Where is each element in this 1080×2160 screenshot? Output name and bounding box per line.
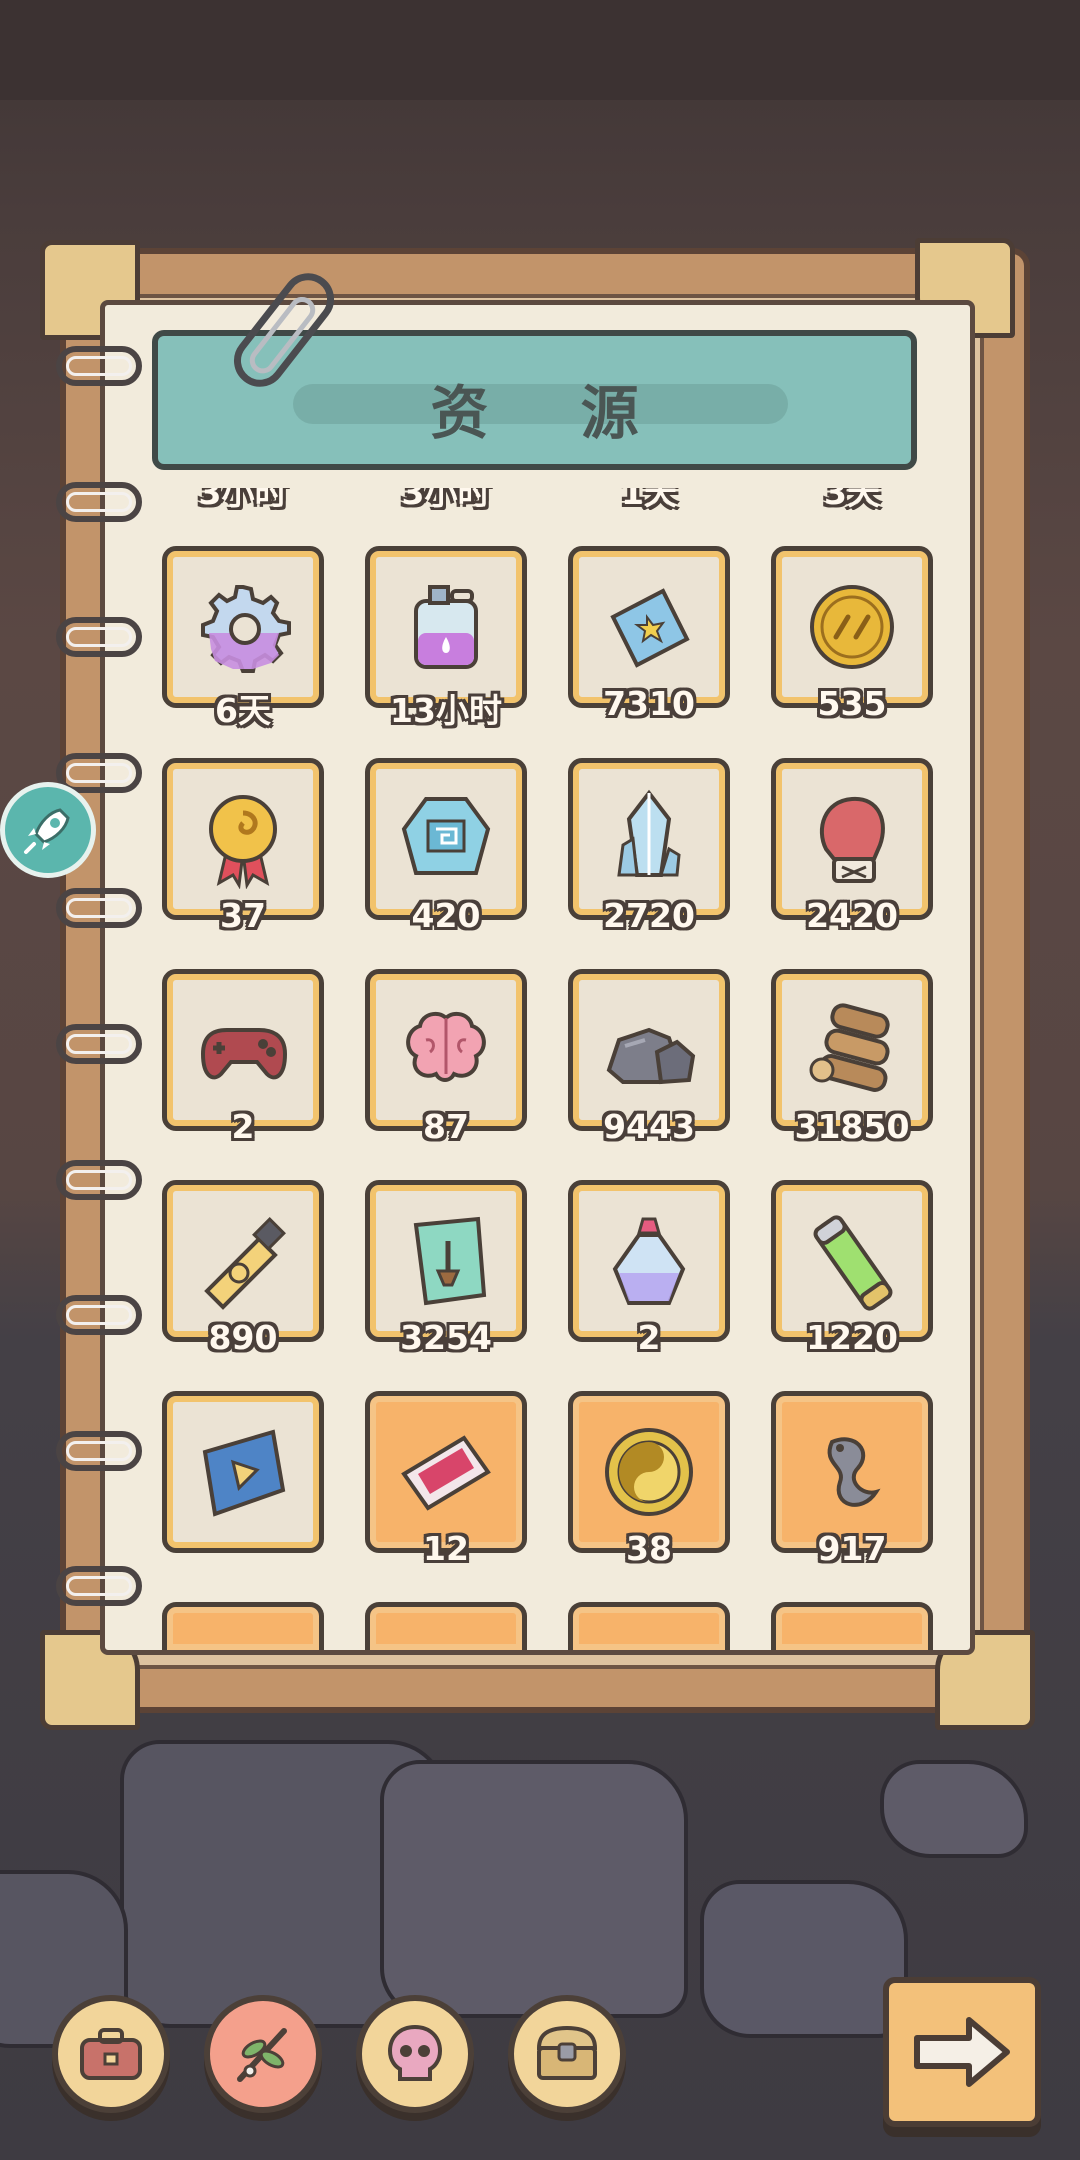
yin-yang-coin-icon [599,1422,699,1522]
binder-ring [56,1024,142,1064]
background-rock [380,1760,688,2018]
nav-briefcase-button[interactable] [52,1995,170,2113]
boxing-glove-icon [802,789,902,889]
resource-slot[interactable] [568,758,730,920]
next-button[interactable] [883,1977,1041,2127]
binder-ring [56,1566,142,1606]
resource-slot-partial[interactable] [771,1602,933,1650]
gamepad-icon [193,1000,293,1100]
binder-ring [56,1295,142,1335]
arrow-right-icon [914,2017,1010,2087]
capsule-icon [802,1211,902,1311]
resource-slot[interactable] [771,758,933,920]
resource-slot[interactable] [568,969,730,1131]
resource-slot[interactable] [771,1391,933,1553]
resource-slot[interactable] [771,546,933,708]
resource-slot[interactable] [162,1180,324,1342]
background-rock [880,1760,1028,1858]
rocket-button[interactable] [0,782,96,878]
resource-slot-partial[interactable] [568,1602,730,1650]
background-rock [700,1880,908,2038]
branch-icon [237,2028,287,2082]
seed-packet-icon [396,1211,496,1311]
nav-chest-button[interactable] [508,1995,626,2113]
ticket-icon [599,577,699,677]
red-ticket-icon [396,1422,496,1522]
resource-slot[interactable] [162,546,324,708]
resource-slot-partial[interactable] [162,1602,324,1650]
briefcase-icon [80,2028,142,2080]
resource-slot[interactable] [568,546,730,708]
gear-icon [193,577,293,677]
resource-slot-partial[interactable] [365,1602,527,1650]
resource-slot[interactable] [365,758,527,920]
resource-slot[interactable] [365,546,527,708]
rocket-icon [24,808,70,854]
skull-badge-icon [387,2024,443,2081]
crystal-icon [599,789,699,889]
film-icon [193,1422,293,1522]
medal-icon [193,789,293,889]
brain-icon [396,1000,496,1100]
gold-coin-icon [802,577,902,677]
binder-ring [56,888,142,928]
binder-ring [56,1431,142,1471]
fuel-can-icon [396,577,496,677]
potion-icon [599,1211,699,1311]
resource-slot[interactable] [365,1391,527,1553]
wood-logs-icon [802,1000,902,1100]
resource-slot[interactable] [365,969,527,1131]
koi-fish-icon [802,1422,902,1522]
resource-slot[interactable] [162,758,324,920]
resource-count-cutoff: 3天 [824,488,880,510]
background-top [0,0,1080,100]
binder-ring [56,1160,142,1200]
badge-icon [396,789,496,889]
resource-slot[interactable] [568,1180,730,1342]
tube-icon [193,1211,293,1311]
binder-ring [56,482,142,522]
binder-ring [56,617,142,657]
resource-slot[interactable] [365,1180,527,1342]
resource-count-cutoff: 3小时 [198,488,288,510]
resource-slot[interactable] [162,969,324,1131]
stone-icon [599,1000,699,1100]
resource-slot[interactable] [771,1180,933,1342]
resource-slot[interactable] [568,1391,730,1553]
resource-slot[interactable] [771,969,933,1131]
nav-branch-button[interactable] [204,1995,322,2113]
resource-slot[interactable] [162,1391,324,1553]
resource-count-cutoff: 1天 [621,488,677,510]
binder-ring [56,346,142,386]
resource-count-cutoff: 3小时 [401,488,491,510]
nav-skull-button[interactable] [356,1995,474,2113]
treasure-chest-icon [536,2025,598,2080]
